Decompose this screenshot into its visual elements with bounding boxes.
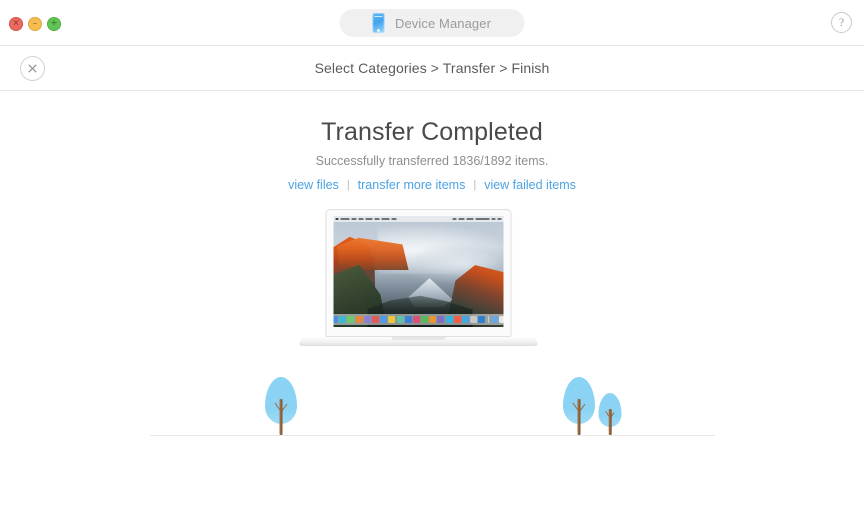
menubar-status-item bbox=[497, 218, 502, 220]
device-manager-label: Device Manager bbox=[394, 15, 492, 31]
link-separator-1: | bbox=[346, 179, 350, 191]
dock-separator bbox=[487, 316, 489, 323]
link-separator-2: | bbox=[473, 179, 477, 191]
dock-icon bbox=[396, 316, 404, 323]
window-maximize-glyph: + bbox=[50, 18, 58, 28]
menubar-item bbox=[381, 218, 390, 220]
laptop-base-notch bbox=[391, 337, 446, 340]
window-close-button[interactable]: × bbox=[9, 17, 23, 31]
dock-icon bbox=[498, 316, 504, 323]
dock-icon bbox=[388, 316, 396, 323]
window-titlebar: × – + Device Manager ? bbox=[0, 0, 864, 46]
tree-trunk bbox=[608, 409, 612, 435]
transfer-more-items-link[interactable]: transfer more items bbox=[358, 178, 466, 192]
device-manager-pill[interactable]: Device Manager bbox=[339, 9, 525, 37]
desktop-wallpaper bbox=[333, 216, 504, 327]
menubar-item bbox=[351, 218, 357, 220]
window-close-glyph: × bbox=[12, 18, 20, 28]
dock-icon bbox=[412, 316, 420, 323]
action-links: view files | transfer more items | view … bbox=[0, 168, 864, 192]
dock-icon bbox=[333, 316, 339, 323]
dock-icon bbox=[490, 316, 498, 323]
dock-icon bbox=[404, 316, 412, 323]
macbook-illustration bbox=[298, 209, 539, 346]
laptop-base bbox=[298, 337, 539, 346]
transfer-summary-text: Successfully transferred 1836/1892 items… bbox=[315, 154, 549, 168]
menubar-left-items bbox=[335, 218, 397, 220]
completion-illustration bbox=[0, 209, 864, 459]
menubar-status-item bbox=[452, 218, 457, 220]
menubar-apple-icon bbox=[335, 218, 339, 220]
tree-right-large bbox=[562, 377, 596, 435]
menubar-right-items bbox=[452, 218, 502, 220]
view-files-link[interactable]: view files bbox=[288, 178, 339, 192]
dock-icon bbox=[437, 316, 445, 323]
traffic-light-group: × – + bbox=[9, 17, 61, 31]
breadcrumb: Select Categories > Transfer > Finish bbox=[314, 60, 550, 76]
laptop-lid bbox=[325, 209, 512, 337]
menubar-status-item bbox=[491, 218, 496, 220]
dock-icon bbox=[371, 316, 379, 323]
dock-icon bbox=[339, 316, 347, 323]
tree-left bbox=[264, 377, 298, 435]
menubar-item bbox=[365, 218, 373, 220]
dock-icon bbox=[453, 316, 461, 323]
menubar-clock bbox=[475, 218, 490, 220]
tree-right-small bbox=[598, 391, 622, 435]
dock-icon bbox=[462, 316, 470, 323]
ground-line bbox=[150, 435, 715, 436]
dock-icon bbox=[355, 316, 363, 323]
menubar-item bbox=[358, 218, 364, 220]
screen-dock bbox=[333, 314, 504, 325]
dock-icon bbox=[470, 316, 478, 323]
menubar-item bbox=[340, 218, 350, 220]
main-content: Transfer Completed Successfully transfer… bbox=[0, 91, 864, 516]
menubar-battery-icon bbox=[466, 218, 474, 220]
question-mark-icon: ? bbox=[838, 15, 845, 29]
window-maximize-button[interactable]: + bbox=[47, 17, 61, 31]
window-minimize-button[interactable]: – bbox=[28, 17, 42, 31]
tree-trunk bbox=[577, 399, 581, 435]
page-title: Transfer Completed bbox=[321, 118, 543, 146]
dock-icon bbox=[347, 316, 355, 323]
view-failed-items-link[interactable]: view failed items bbox=[484, 178, 576, 192]
dock-icon bbox=[363, 316, 371, 323]
help-button[interactable]: ? bbox=[831, 12, 852, 33]
dock-icon bbox=[445, 316, 453, 323]
dock-icon bbox=[421, 316, 429, 323]
dock-icon bbox=[478, 316, 486, 323]
screen-menubar bbox=[333, 216, 504, 222]
menubar-item bbox=[391, 218, 397, 220]
menubar-status-item bbox=[458, 218, 465, 220]
window-minimize-glyph: – bbox=[32, 18, 38, 28]
breadcrumb-bar: Select Categories > Transfer > Finish bbox=[0, 46, 864, 91]
menubar-item bbox=[374, 218, 380, 220]
phone-icon bbox=[372, 13, 385, 33]
dock-icon bbox=[380, 316, 388, 323]
tree-trunk bbox=[279, 399, 283, 435]
laptop-screen bbox=[333, 216, 504, 327]
dock-icon bbox=[429, 316, 437, 323]
